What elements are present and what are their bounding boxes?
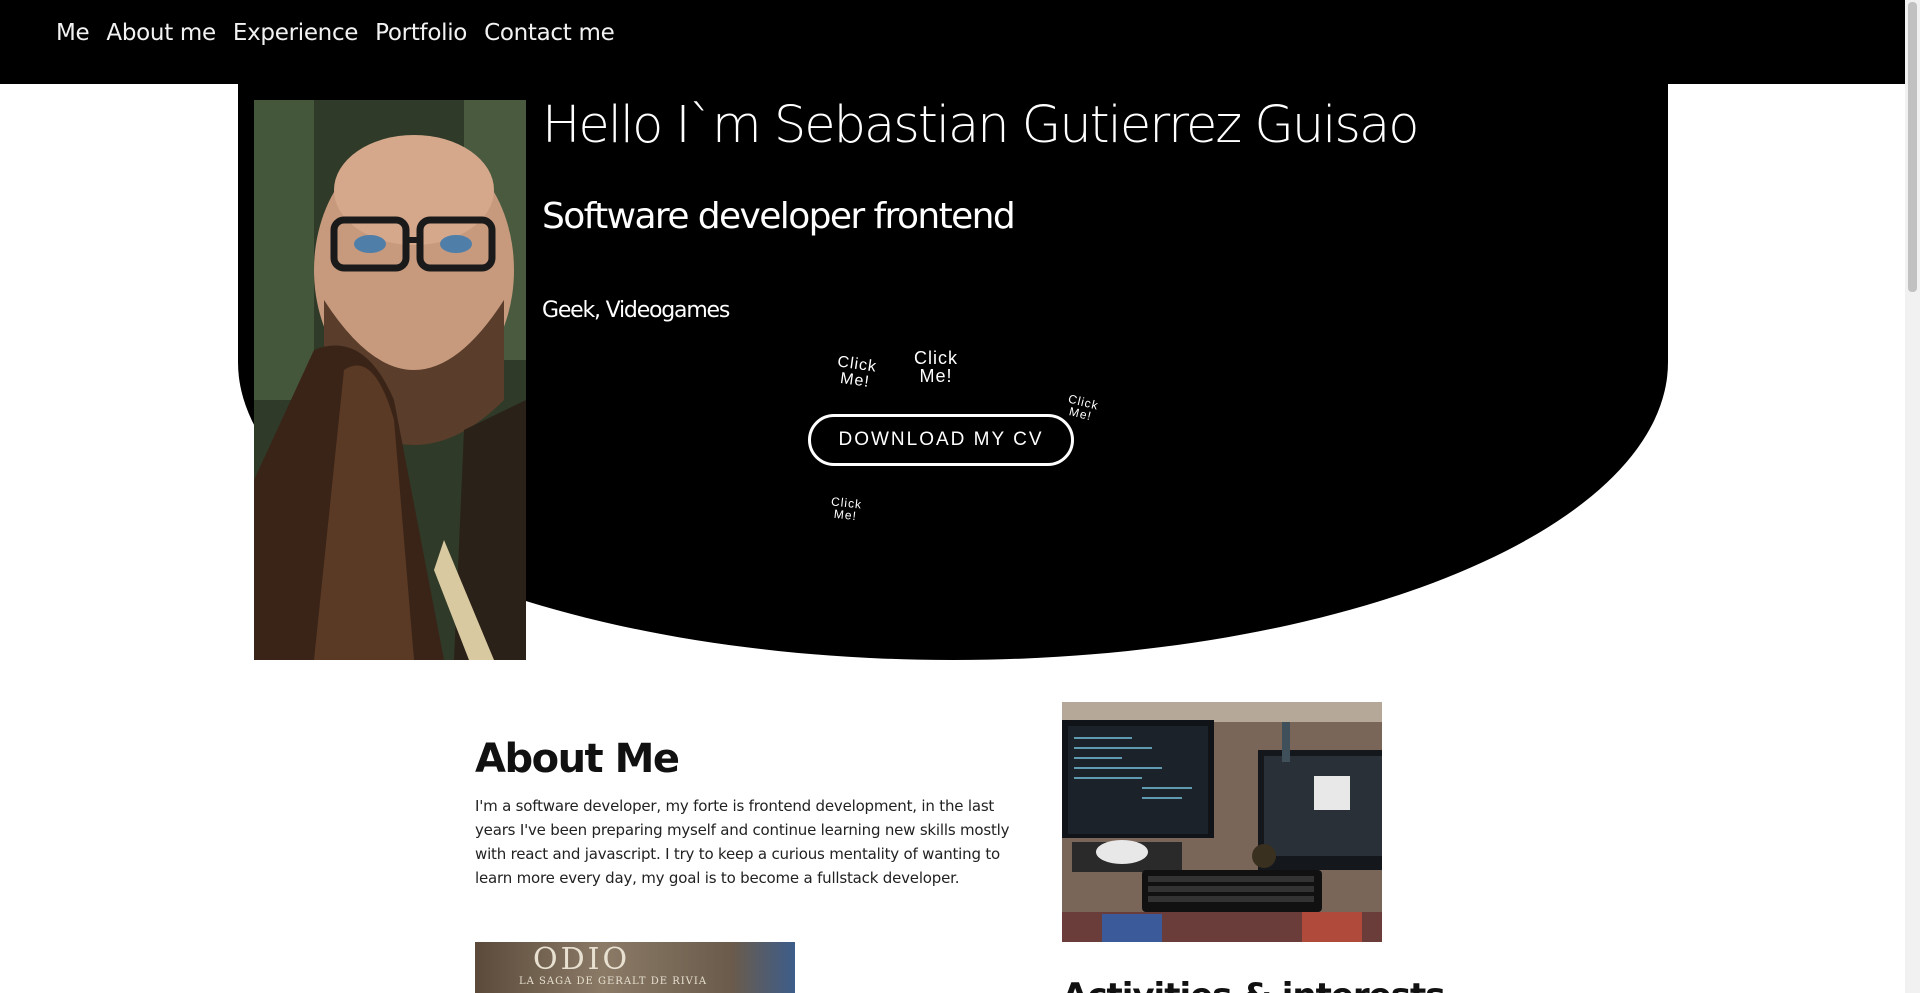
scrollbar-thumb[interactable] <box>1908 2 1917 292</box>
nav-link-contact-me[interactable]: Contact me <box>484 20 615 46</box>
book-subtitle: LA SAGA DE GERALT DE RIVIA <box>519 976 708 987</box>
profile-photo-illustration <box>254 100 526 660</box>
portfolio-page: Me About me Experience Portfolio Contact… <box>0 0 1920 993</box>
desk-setup-illustration <box>1062 702 1382 942</box>
top-navbar: Me About me Experience Portfolio Contact… <box>0 0 1905 84</box>
book-photo: ODIO LA SAGA DE GERALT DE RIVIA <box>475 942 795 993</box>
book-title: ODIO <box>533 942 631 977</box>
nav-link-portfolio[interactable]: Portfolio <box>375 20 467 46</box>
about-heading: About Me <box>475 736 680 782</box>
hero-title: Hello I`m Sebastian Gutierrez Guisao <box>542 96 1419 155</box>
hero-tags: Geek, Videogames <box>542 298 730 323</box>
nav-link-experience[interactable]: Experience <box>233 20 359 46</box>
click-me-label: Click Me! <box>830 494 863 524</box>
nav-link-me[interactable]: Me <box>56 20 90 46</box>
desk-setup-photo <box>1062 702 1382 942</box>
page-scrollbar[interactable] <box>1905 0 1920 993</box>
nav-link-about-me[interactable]: About me <box>106 20 216 46</box>
click-me-label: Click Me! <box>914 348 958 386</box>
about-text: I'm a software developer, my forte is fr… <box>475 797 1010 887</box>
hero-subtitle: Software developer frontend <box>542 196 1016 237</box>
profile-photo <box>254 100 526 660</box>
activities-heading: Activities & interests <box>1062 976 1445 993</box>
download-cv-button[interactable]: DOWNLOAD MY CV <box>808 414 1074 466</box>
